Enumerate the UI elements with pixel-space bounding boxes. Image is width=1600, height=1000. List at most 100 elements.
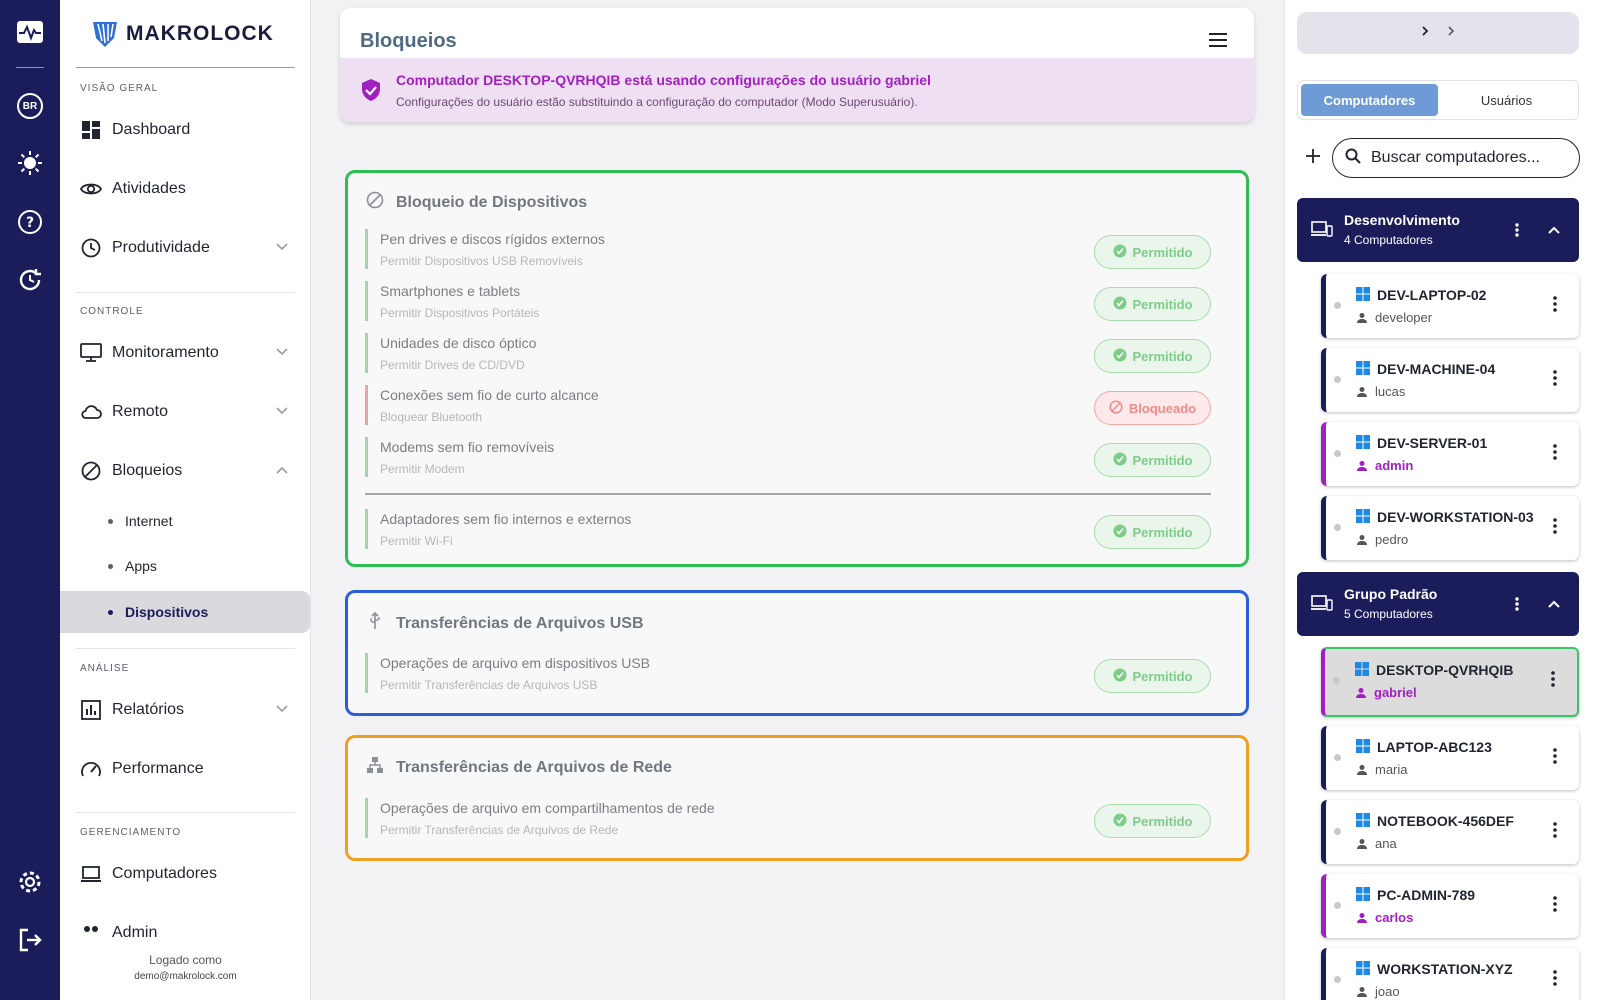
more-vert-icon[interactable] <box>1551 820 1559 845</box>
online-status-dot <box>1334 450 1341 457</box>
computer-user: maria <box>1375 762 1408 777</box>
nav-reports[interactable]: Relatórios <box>60 686 310 734</box>
status-toggle-button[interactable]: Permitido <box>1094 339 1211 373</box>
check-circle-icon <box>1113 668 1127 685</box>
tab-users[interactable]: Usuários <box>1438 84 1575 116</box>
settings-icon[interactable] <box>12 864 48 900</box>
policy-row: Operações de arquivo em compartilhamento… <box>365 798 1211 838</box>
hamburger-menu-icon[interactable] <box>1206 28 1230 52</box>
policy-name: Unidades de disco óptico <box>380 335 537 351</box>
computer-card[interactable]: DEV-MACHINE-04 lucas <box>1321 348 1579 412</box>
alert-message: Configurações do usuário estão substitui… <box>396 95 918 109</box>
group-header[interactable]: Grupo Padrão 5 Computadores <box>1297 572 1579 636</box>
nav-admin[interactable]: Admin <box>60 909 310 957</box>
subnav-internet-label: Internet <box>125 513 173 529</box>
computer-card[interactable]: PC-ADMIN-789 carlos <box>1321 874 1579 938</box>
activity-monitor-icon[interactable] <box>12 14 48 50</box>
more-vert-icon[interactable] <box>1551 894 1559 919</box>
status-label: Permitido <box>1132 668 1193 684</box>
subnav-apps-label: Apps <box>125 558 157 574</box>
windows-icon <box>1356 509 1370 528</box>
logout-icon[interactable] <box>12 922 48 958</box>
user-icon <box>1356 911 1368 929</box>
subnav-devices-label: Dispositivos <box>125 604 209 620</box>
nav-monitoring-label: Monitoramento <box>112 344 219 361</box>
more-vert-icon[interactable] <box>1513 220 1521 245</box>
nav-activities-label: Atividades <box>112 180 186 197</box>
status-toggle-button[interactable]: Permitido <box>1094 515 1211 549</box>
check-circle-icon <box>1113 348 1127 365</box>
more-vert-icon[interactable] <box>1551 442 1559 467</box>
status-toggle-button[interactable]: Bloqueado <box>1094 391 1211 425</box>
nav-blocks-label: Bloqueios <box>112 462 183 479</box>
status-bar <box>365 229 368 269</box>
windows-icon <box>1356 813 1370 832</box>
user-icon <box>1356 533 1368 551</box>
nav-productivity[interactable]: Produtividade <box>60 224 310 272</box>
more-vert-icon[interactable] <box>1551 968 1559 993</box>
nav-blocks[interactable]: Bloqueios <box>60 447 310 495</box>
nav-remote[interactable]: Remoto <box>60 388 310 436</box>
status-toggle-button[interactable]: Permitido <box>1094 659 1211 693</box>
section-title-overview: VISÃO GERAL <box>80 83 159 94</box>
policy-name: Modems sem fio removíveis <box>380 439 555 455</box>
brand-logo[interactable]: MAKROLOCK <box>90 16 274 52</box>
tab-computers[interactable]: Computadores <box>1301 84 1438 116</box>
online-status-dot <box>1334 376 1341 383</box>
computer-card[interactable]: NOTEBOOK-456DEF ana <box>1321 800 1579 864</box>
history-icon[interactable] <box>12 262 48 298</box>
nav-performance[interactable]: Performance <box>60 745 310 793</box>
status-label: Permitido <box>1132 452 1193 468</box>
user-icon <box>1356 837 1368 855</box>
language-button[interactable]: BR <box>12 88 48 124</box>
subnav-internet[interactable]: Internet <box>60 501 310 541</box>
pagination-bar <box>1297 12 1579 54</box>
help-icon[interactable]: ? <box>12 204 48 240</box>
more-vert-icon[interactable] <box>1549 669 1557 694</box>
nav-activities[interactable]: Atividades <box>60 165 310 213</box>
nav-computers[interactable]: Computadores <box>60 850 310 898</box>
status-toggle-button[interactable]: Permitido <box>1094 804 1211 838</box>
status-toggle-button[interactable]: Permitido <box>1094 287 1211 321</box>
sidebar-divider <box>76 292 295 293</box>
computer-card-selected[interactable]: DESKTOP-QVRHQIB gabriel <box>1321 647 1579 717</box>
windows-icon <box>1356 739 1370 758</box>
search-input[interactable] <box>1371 149 1561 167</box>
status-label: Permitido <box>1132 296 1193 312</box>
chevron-up-icon[interactable] <box>1547 594 1561 619</box>
more-vert-icon[interactable] <box>1551 746 1559 771</box>
more-vert-icon[interactable] <box>1551 516 1559 541</box>
computer-card[interactable]: DEV-SERVER-01 admin <box>1321 422 1579 486</box>
nav-monitoring[interactable]: Monitoramento <box>60 329 310 377</box>
chevron-right-icon[interactable] <box>1445 24 1457 42</box>
group-count: 4 Computadores <box>1344 233 1433 247</box>
policy-desc: Permitir Drives de CD/DVD <box>380 358 525 372</box>
group-name: Desenvolvimento <box>1344 212 1460 228</box>
status-bar <box>365 333 368 373</box>
chevron-right-icon[interactable] <box>1419 24 1431 42</box>
group-header[interactable]: Desenvolvimento 4 Computadores <box>1297 198 1579 262</box>
status-bar <box>365 437 368 477</box>
computer-card[interactable]: DEV-WORKSTATION-03 pedro <box>1321 496 1579 560</box>
status-toggle-button[interactable]: Permitido <box>1094 443 1211 477</box>
chevron-down-icon <box>275 240 289 259</box>
chevron-down-icon <box>275 702 289 721</box>
theme-toggle-icon[interactable] <box>12 145 48 181</box>
more-vert-icon[interactable] <box>1551 368 1559 393</box>
subnav-apps[interactable]: Apps <box>60 546 310 586</box>
page-header: Bloqueios Computador DESKTOP-QVRHQIB est… <box>340 8 1254 122</box>
computer-card[interactable]: DEV-LAPTOP-02 developer <box>1321 274 1579 338</box>
windows-icon <box>1356 961 1370 980</box>
status-toggle-button[interactable]: Permitido <box>1094 235 1211 269</box>
nav-dashboard[interactable]: Dashboard <box>60 106 310 154</box>
more-vert-icon[interactable] <box>1551 294 1559 319</box>
computer-card[interactable]: LAPTOP-ABC123 maria <box>1321 726 1579 790</box>
subnav-devices[interactable]: Dispositivos <box>60 591 310 633</box>
add-icon[interactable] <box>1303 146 1323 166</box>
logged-user-info: Logado como demo@makrolock.com <box>60 953 310 982</box>
computer-card[interactable]: WORKSTATION-XYZ joao <box>1321 948 1579 1000</box>
policy-row: Smartphones e tablets Permitir Dispositi… <box>365 281 1211 321</box>
more-vert-icon[interactable] <box>1513 594 1521 619</box>
chevron-up-icon[interactable] <box>1547 220 1561 245</box>
shield-logo-icon <box>93 22 117 47</box>
